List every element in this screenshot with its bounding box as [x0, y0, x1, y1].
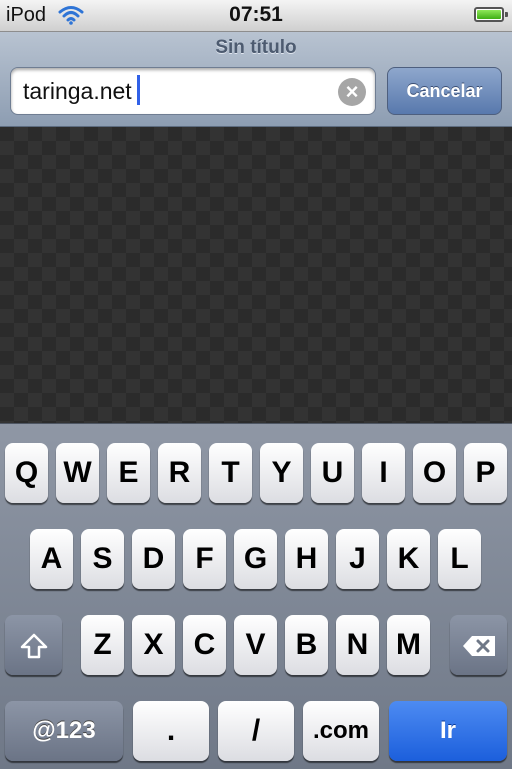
url-input[interactable]: taringa.net × — [10, 67, 376, 115]
key-e[interactable]: E — [107, 443, 150, 503]
key-h[interactable]: H — [285, 529, 328, 589]
key-q[interactable]: Q — [5, 443, 48, 503]
backspace-key[interactable] — [450, 615, 507, 675]
page-title: Sin título — [215, 37, 297, 58]
key-m[interactable]: M — [387, 615, 430, 675]
battery-icon — [474, 7, 508, 22]
key-t[interactable]: T — [209, 443, 252, 503]
numbers-key[interactable]: @123 — [5, 701, 123, 761]
key-i[interactable]: I — [362, 443, 405, 503]
url-text: taringa.net — [23, 78, 132, 104]
keyboard: Q W E R T Y U I O P A S D F G H J K L Z … — [0, 423, 512, 769]
url-bar: Sin título taringa.net × Cancelar — [0, 32, 512, 127]
status-bar: iPod 07:51 — [0, 0, 512, 32]
key-b[interactable]: B — [285, 615, 328, 675]
key-k[interactable]: K — [387, 529, 430, 589]
cancel-button[interactable]: Cancelar — [387, 67, 502, 115]
key-j[interactable]: J — [336, 529, 379, 589]
period-key[interactable]: . — [133, 701, 209, 761]
key-o[interactable]: O — [413, 443, 456, 503]
key-w[interactable]: W — [56, 443, 99, 503]
key-z[interactable]: Z — [81, 615, 124, 675]
key-r[interactable]: R — [158, 443, 201, 503]
clock: 07:51 — [229, 3, 283, 26]
page-content — [0, 127, 512, 423]
shift-icon — [19, 632, 49, 660]
key-u[interactable]: U — [311, 443, 354, 503]
text-caret — [137, 75, 140, 105]
key-l[interactable]: L — [438, 529, 481, 589]
key-v[interactable]: V — [234, 615, 277, 675]
key-x[interactable]: X — [132, 615, 175, 675]
key-g[interactable]: G — [234, 529, 277, 589]
key-s[interactable]: S — [81, 529, 124, 589]
dotcom-key[interactable]: .com — [303, 701, 379, 761]
key-p[interactable]: P — [464, 443, 507, 503]
slash-key[interactable]: / — [218, 701, 294, 761]
key-c[interactable]: C — [183, 615, 226, 675]
key-f[interactable]: F — [183, 529, 226, 589]
backspace-icon — [461, 634, 497, 658]
shift-key[interactable] — [5, 615, 62, 675]
go-key[interactable]: Ir — [389, 701, 507, 761]
key-y[interactable]: Y — [260, 443, 303, 503]
key-d[interactable]: D — [132, 529, 175, 589]
key-n[interactable]: N — [336, 615, 379, 675]
clear-text-icon[interactable]: × — [338, 78, 366, 106]
key-a[interactable]: A — [30, 529, 73, 589]
